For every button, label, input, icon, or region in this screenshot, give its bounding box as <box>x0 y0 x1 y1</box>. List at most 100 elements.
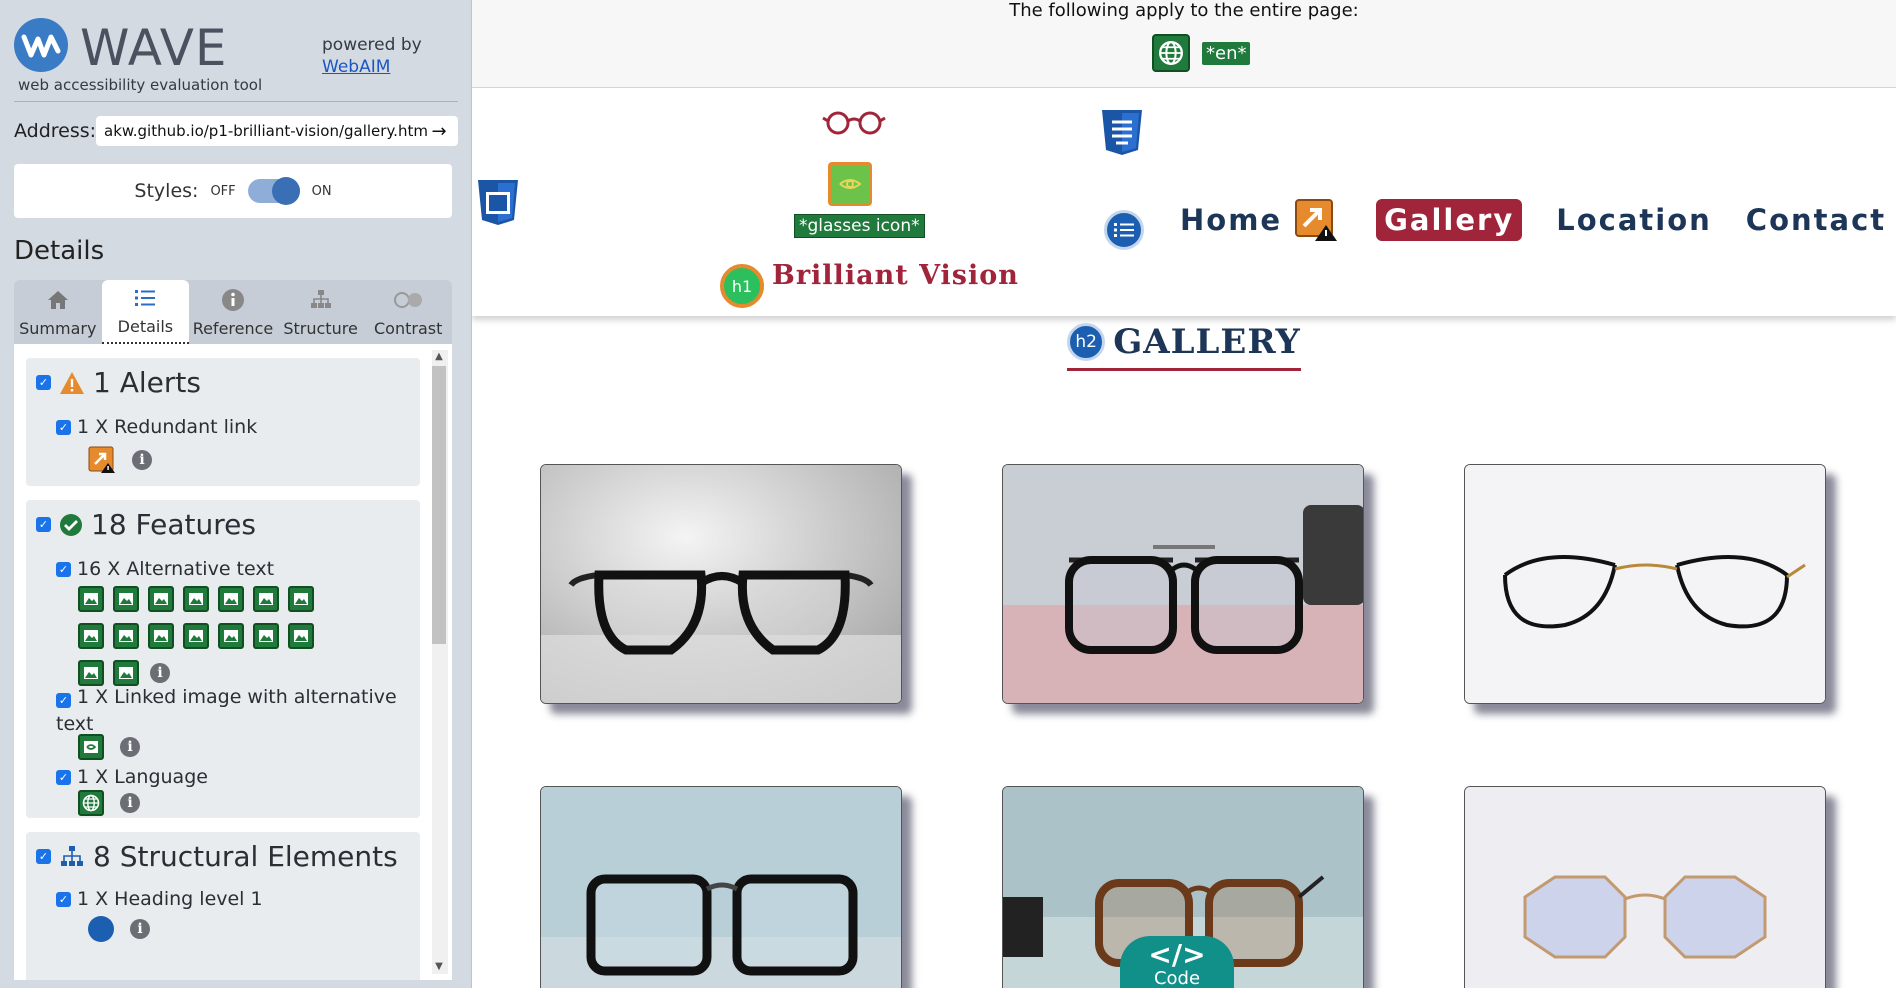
alt-text-image-icon[interactable] <box>148 586 174 612</box>
h1-structure-icon[interactable] <box>88 916 114 942</box>
tab-details-label: Details <box>117 317 174 336</box>
code-button[interactable]: </> Code <box>1120 936 1234 988</box>
linked-image-alt-icon[interactable] <box>78 734 104 760</box>
alerts-heading: ✓ 1 Alerts <box>36 366 201 399</box>
language-label: 1 X Language <box>77 766 208 788</box>
language-icons: i <box>78 790 140 816</box>
language-globe-icon[interactable] <box>78 790 104 816</box>
tab-details[interactable]: Details <box>101 280 190 344</box>
language-info-icon[interactable]: i <box>120 793 140 813</box>
alt-text-image-icon[interactable] <box>218 623 244 649</box>
tab-structure[interactable]: Structure <box>277 280 365 344</box>
features-checkbox[interactable]: ✓ <box>36 517 51 532</box>
styles-toggle[interactable] <box>247 177 300 205</box>
language-checkbox[interactable]: ✓ <box>56 769 71 785</box>
alerts-checkbox[interactable]: ✓ <box>36 375 51 390</box>
tab-reference-label: Reference <box>192 319 274 338</box>
gallery-image[interactable] <box>1464 786 1826 988</box>
glasses-alt-label: *glasses icon* <box>794 214 925 238</box>
language-tag: *en* <box>1202 41 1251 65</box>
contrast-icon <box>393 285 423 315</box>
heading-level-1-checkbox[interactable]: ✓ <box>56 891 71 907</box>
alt-text-label: 16 X Alternative text <box>77 558 275 580</box>
styles-toggle-row: Styles: OFF ON <box>14 164 452 218</box>
gallery-image[interactable] <box>1002 464 1364 704</box>
alt-text-image-icon[interactable] <box>78 586 104 612</box>
alt-text-image-icon[interactable] <box>78 623 104 649</box>
h1-badge-icon[interactable]: h1 <box>720 264 764 308</box>
code-icon: </> <box>1148 938 1206 971</box>
gallery-image[interactable] <box>1464 464 1826 704</box>
css-icon[interactable] <box>476 178 520 226</box>
alt-text-image-icon[interactable] <box>113 623 139 649</box>
styles-on-label: ON <box>311 183 332 199</box>
h2-badge-icon[interactable]: h2 <box>1067 323 1106 361</box>
gallery-title: GALLERY <box>1113 322 1301 362</box>
info-icon <box>221 285 245 315</box>
scroll-down-icon[interactable]: ▼ <box>432 960 446 974</box>
alt-text-image-icon[interactable] <box>148 623 174 649</box>
scroll-up-icon[interactable]: ▲ <box>432 350 446 364</box>
css-icon-2[interactable] <box>1100 108 1144 156</box>
alt-text-image-icon[interactable] <box>183 623 209 649</box>
structure-heading-text: 8 Structural Elements <box>93 840 398 873</box>
tab-structure-label: Structure <box>283 319 358 338</box>
webaim-link[interactable]: WebAIM <box>322 56 422 78</box>
features-heading-text: 18 Features <box>91 508 256 541</box>
features-group: ✓ 18 Features ✓ 16 X Alternative text i … <box>26 500 420 818</box>
nav-gallery[interactable]: Gallery <box>1376 199 1523 241</box>
alt-text-image-icon[interactable] <box>218 586 244 612</box>
alt-text-image-icon[interactable] <box>288 623 314 649</box>
address-value[interactable]: akw.github.io/p1-brilliant-vision/galler… <box>104 122 428 140</box>
alt-text-image-icon[interactable] <box>253 623 279 649</box>
heading-level-1-info-icon[interactable]: i <box>130 919 150 939</box>
address-label: Address: <box>14 120 97 142</box>
evaluated-page: The following apply to the entire page: … <box>472 0 1896 988</box>
linked-image-checkbox[interactable]: ✓ <box>56 693 71 708</box>
linked-image-info-icon[interactable]: i <box>120 737 140 757</box>
address-input[interactable]: akw.github.io/p1-brilliant-vision/galler… <box>96 116 458 146</box>
redundant-link-checkbox[interactable]: ✓ <box>56 419 71 435</box>
alt-text-image-icon[interactable] <box>113 660 139 686</box>
language-globe-icon[interactable] <box>1152 34 1190 72</box>
code-label: Code <box>1153 968 1201 988</box>
structure-checkbox[interactable]: ✓ <box>36 849 51 864</box>
toggle-knob[interactable] <box>271 177 300 205</box>
scrollbar-thumb[interactable] <box>432 366 446 644</box>
alt-text-image-icon[interactable] <box>253 586 279 612</box>
redundant-link-icon[interactable] <box>88 446 116 474</box>
gallery-heading: h2 GALLERY <box>472 322 1896 371</box>
styles-label: Styles: <box>134 180 199 202</box>
tab-reference[interactable]: Reference <box>189 280 277 344</box>
alt-text-image-icon[interactable] <box>183 586 209 612</box>
heading-level-1-label: 1 X Heading level 1 <box>77 888 263 910</box>
gallery-image[interactable] <box>540 464 902 704</box>
alt-text-info-icon[interactable]: i <box>150 663 170 683</box>
feature-item-language: ✓ 1 X Language <box>56 766 208 788</box>
wave-sidebar: WAVE web accessibility evaluation tool p… <box>0 0 472 988</box>
features-heading: ✓ 18 Features <box>36 508 256 541</box>
styles-off-label: OFF <box>210 183 236 199</box>
alt-text-checkbox[interactable]: ✓ <box>56 561 71 577</box>
alt-text-image-icon[interactable] <box>288 586 314 612</box>
redundant-link-info-icon[interactable]: i <box>132 450 152 470</box>
nav-location[interactable]: Location <box>1556 203 1712 237</box>
alt-text-image-icon[interactable] <box>78 660 104 686</box>
nav-list-icon[interactable] <box>1104 210 1144 250</box>
go-arrow-icon[interactable]: → <box>428 121 450 142</box>
tab-contrast[interactable]: Contrast <box>364 280 452 344</box>
gallery-heading-inner: h2 GALLERY <box>1067 322 1301 371</box>
alt-text-image-icon[interactable] <box>113 586 139 612</box>
tab-summary[interactable]: Summary <box>14 280 102 344</box>
site-header: *glasses icon* h1 Brilliant Vision Home … <box>472 88 1896 316</box>
gallery-image[interactable] <box>540 786 902 988</box>
redundant-link-icon[interactable] <box>1294 198 1338 242</box>
nav-home[interactable]: Home <box>1180 203 1282 237</box>
wave-brand: WAVE web accessibility evaluation tool p… <box>14 16 458 102</box>
site-title[interactable]: Brilliant Vision <box>772 260 1019 291</box>
glasses-logo-icon <box>822 111 886 135</box>
wave-tagline: web accessibility evaluation tool <box>18 76 263 94</box>
nav-contact[interactable]: Contact <box>1746 203 1886 237</box>
linked-image-icon[interactable] <box>828 162 872 206</box>
banner-icons: *en* <box>1152 34 1251 72</box>
